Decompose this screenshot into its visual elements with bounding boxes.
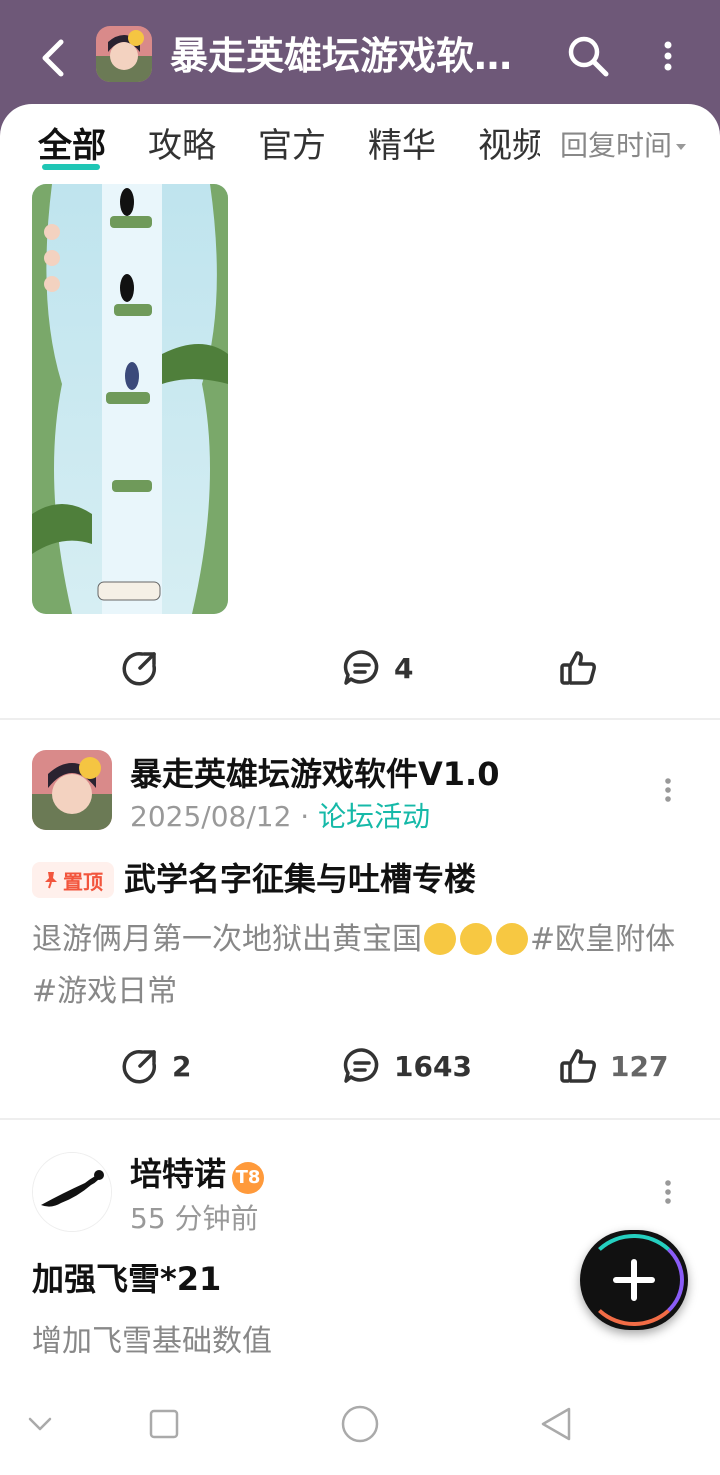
tab-videos[interactable]: 视频 (478, 122, 540, 170)
comment-icon (343, 1048, 379, 1083)
post-title[interactable]: 武学名字征集与吐槽专楼 (124, 856, 476, 902)
post-author[interactable]: 暴走英雄坛游戏软件V1.0 (130, 752, 499, 796)
like-button[interactable]: 127 (558, 1036, 668, 1096)
tab-clip: 视频 (470, 104, 540, 178)
pinned-badge: 置顶 (32, 862, 114, 898)
post-category[interactable]: 论坛活动 (318, 800, 430, 833)
tab-official[interactable]: 官方 (258, 122, 326, 170)
circle-icon (341, 1405, 379, 1443)
share-icon (122, 1050, 156, 1084)
post-divider (0, 718, 720, 720)
create-post-button[interactable] (580, 1230, 688, 1330)
post-time: 55 分钟前 (130, 1202, 259, 1235)
post-more-button[interactable] (652, 1172, 684, 1212)
share-icon (122, 652, 156, 686)
post-body[interactable]: 增加飞雪基础数值 (32, 1316, 692, 1368)
post-meta: 2025/08/12 · 论坛活动 (130, 798, 430, 836)
more-options-button[interactable] (644, 30, 692, 82)
search-button[interactable] (562, 30, 614, 82)
comment-button[interactable]: 4 (342, 638, 413, 698)
thumbs-up-icon (560, 651, 596, 685)
more-vertical-icon (665, 1180, 671, 1204)
comment-count: 4 (394, 651, 414, 685)
pinned-label: 置顶 (63, 869, 103, 894)
user-avatar[interactable] (32, 1152, 112, 1232)
post-image[interactable] (32, 184, 228, 614)
comment-button[interactable]: 1643 (342, 1036, 472, 1096)
post-1-actions: 4 (0, 638, 720, 698)
share-button[interactable]: 2 (120, 1036, 191, 1096)
forum-app-icon (96, 26, 152, 82)
triangle-back-icon (541, 1407, 571, 1441)
caret-down-icon (676, 144, 687, 150)
content-sheet: 全部 攻略 官方 精华 视频 回复时间 4 暴走英雄坛游戏软件V1.0 2025… (0, 104, 720, 1475)
title-bar: 暴走英雄坛游戏软件V1.0 (0, 0, 720, 112)
back-arrow-icon (42, 39, 64, 77)
system-nav-bar (0, 1376, 720, 1475)
more-vertical-icon (665, 778, 671, 802)
post-2-actions: 2 1643 127 (0, 1036, 720, 1096)
search-icon (568, 36, 609, 77)
author-avatar[interactable] (32, 750, 112, 830)
pin-icon (45, 872, 57, 889)
post-divider (0, 1118, 720, 1120)
level-badge: T8 (232, 1162, 265, 1194)
like-count: 127 (610, 1049, 669, 1083)
tab-guides[interactable]: 攻略 (148, 122, 216, 170)
back-button[interactable] (26, 32, 78, 84)
slightly-smiling-face-emoji-icon (460, 923, 492, 955)
post-date: 2025/08/12 (130, 800, 292, 833)
active-tab-indicator (42, 164, 100, 170)
nav-recents-button[interactable] (140, 1400, 188, 1448)
sort-label: 回复时间 (560, 129, 673, 162)
post-body[interactable]: 退游俩月第一次地狱出黄宝国 #欧皇附体 #游戏日常 (32, 914, 692, 1018)
chevron-down-icon (28, 1417, 52, 1431)
post-body-text: 退游俩月第一次地狱出黄宝国 (32, 922, 422, 957)
thumbs-up-icon (560, 1049, 596, 1083)
share-button[interactable] (120, 638, 172, 698)
nav-home-button[interactable] (336, 1400, 384, 1448)
smiling-face-emoji-icon (424, 923, 456, 955)
meta-separator: · (300, 800, 310, 833)
like-button[interactable] (558, 638, 610, 698)
comment-icon (343, 650, 379, 685)
more-vertical-icon (664, 41, 672, 71)
post-author[interactable]: 培特诺 T8 (130, 1152, 265, 1196)
fab-ring (584, 1234, 684, 1326)
nav-back-button[interactable] (532, 1400, 580, 1448)
nav-hide-button[interactable] (16, 1400, 64, 1448)
post-more-button[interactable] (652, 770, 684, 810)
comment-count: 1643 (394, 1049, 472, 1083)
tab-all[interactable]: 全部 (38, 122, 106, 170)
zany-face-emoji-icon (496, 923, 528, 955)
page-title: 暴走英雄坛游戏软件V1.0 (170, 34, 542, 78)
sort-dropdown[interactable]: 回复时间 (556, 126, 687, 166)
square-icon (149, 1409, 179, 1439)
author-name: 培特诺 (130, 1155, 227, 1193)
tab-bar: 全部 攻略 官方 精华 视频 回复时间 (0, 104, 720, 178)
tab-featured[interactable]: 精华 (368, 122, 436, 170)
share-count: 2 (172, 1049, 192, 1083)
post-title[interactable]: 加强飞雪*21 (32, 1256, 221, 1302)
